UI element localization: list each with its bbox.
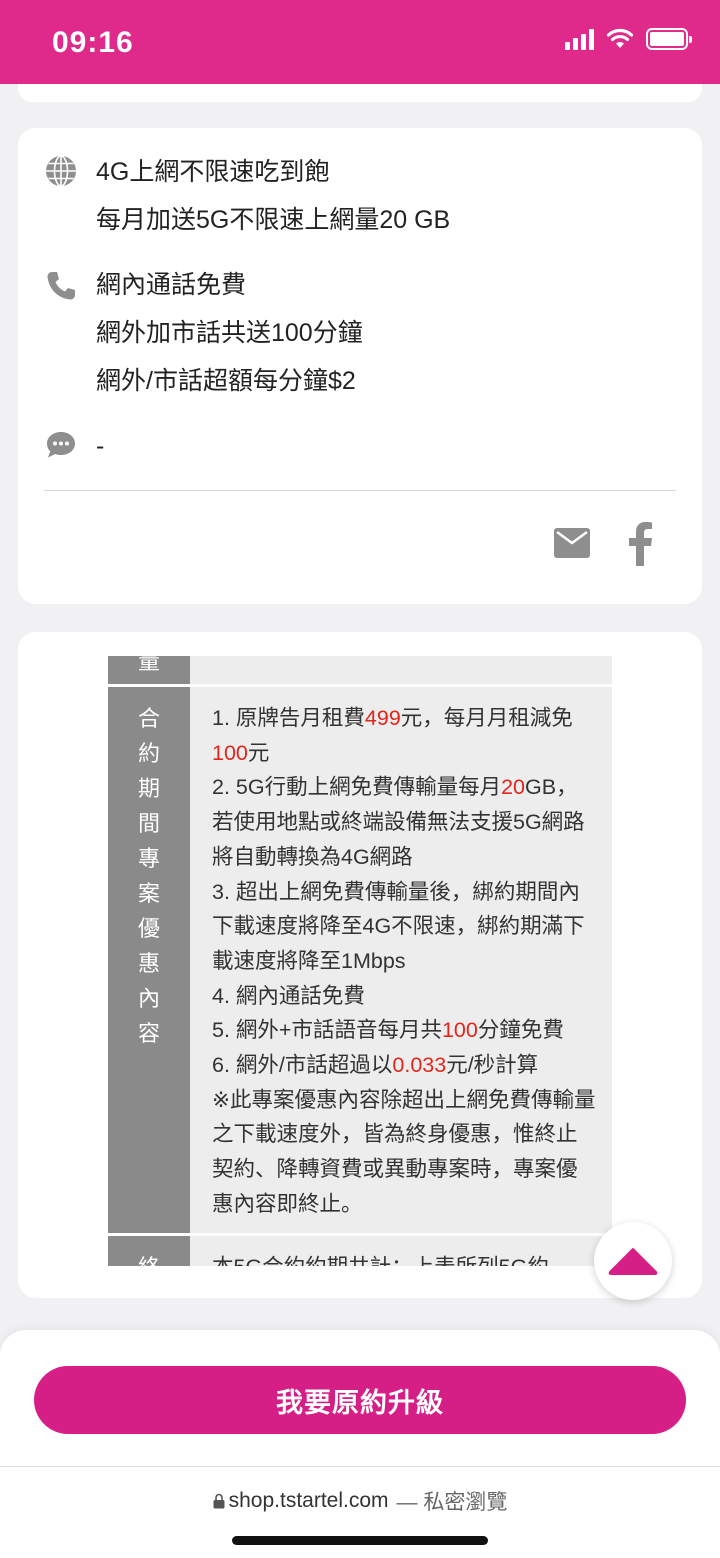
contract-benefit-item: 6. 網外/市話超過以0.033元/秒計算 bbox=[212, 1053, 539, 1078]
table-row-body-contract: 1. 原牌告月租費499元，每月月租減免100元 2. 5G行動上網免費傳輸量每月… bbox=[192, 687, 612, 1233]
browser-url: shop.tstartel.com bbox=[228, 1489, 389, 1512]
browser-address-bar[interactable]: shop.tstartel.com — 私密瀏覽 bbox=[0, 1486, 720, 1516]
contract-benefit-item: 4. 網內通話免費 bbox=[212, 983, 365, 1008]
table-row-head: 量 bbox=[108, 656, 190, 684]
plan-details-table[interactable]: 量 合約期間專案優惠內容 1. 原牌告月租費499元，每月月租減免100元 2. … bbox=[108, 656, 612, 1266]
status-icons bbox=[565, 28, 692, 50]
contract-benefits-text: 1. 原牌告月租費499元，每月月租減免100元 2. 5G行動上網免費傳輸量每月… bbox=[192, 687, 612, 1222]
table-row-head-char: 專 bbox=[137, 846, 160, 871]
feature-voice: 網內通話免費 網外加市話共送100分鐘 網外/市話超額每分鐘$2 bbox=[44, 261, 363, 405]
previous-card-edge bbox=[18, 84, 702, 102]
divider bbox=[44, 490, 676, 491]
table-next-body-text: 本5G合約約期共計：上表所列5G約 bbox=[192, 1236, 612, 1266]
table-row-head-char: 約 bbox=[137, 741, 160, 766]
bottom-action-panel: 我要原約升級 shop.tstartel.com — 私密瀏覽 bbox=[0, 1330, 720, 1558]
mail-icon[interactable] bbox=[554, 528, 590, 558]
status-bar: 09:16 bbox=[0, 0, 720, 84]
caret-up-icon bbox=[608, 1248, 658, 1275]
table-row-head-char: 惠 bbox=[137, 951, 160, 976]
contract-benefit-item: ※此專案優惠內容除超出上網免費傳輸量之下載速度外，皆為終身優惠，惟終止契約、降轉… bbox=[212, 1087, 596, 1216]
globe-icon bbox=[46, 155, 76, 187]
scroll-to-top-button[interactable] bbox=[594, 1222, 672, 1300]
private-browsing-label: — 私密瀏覽 bbox=[396, 1491, 508, 1514]
facebook-icon[interactable] bbox=[626, 522, 654, 566]
cellular-signal-icon bbox=[565, 28, 594, 50]
feature-voice-line-2: 網外加市話共送100分鐘 bbox=[96, 319, 363, 347]
table-row-head-chars: 合約期間專案優惠內容 bbox=[108, 687, 190, 1051]
contract-benefit-item: 2. 5G行動上網免費傳輸量每月20GB，若使用地點或終端設備無法支援5G網路將… bbox=[212, 775, 585, 869]
feature-sms-line-1: - bbox=[96, 432, 105, 460]
feature-data-line-1: 4G上網不限速吃到飽 bbox=[96, 158, 330, 186]
feature-data-line-2: 每月加送5G不限速上網量20 GB bbox=[96, 206, 451, 234]
browser-bar-divider bbox=[0, 1466, 720, 1467]
table-row-head-char: 容 bbox=[137, 1021, 160, 1046]
contract-benefit-item: 5. 網外+市話語音每月共100分鐘免費 bbox=[212, 1018, 564, 1043]
table-row-head-char: 間 bbox=[137, 811, 160, 836]
table-row-head-contract: 合約期間專案優惠內容 bbox=[108, 687, 190, 1233]
table-row-head-next: 終 bbox=[108, 1236, 190, 1266]
status-time: 09:16 bbox=[52, 26, 134, 59]
wifi-icon bbox=[606, 28, 634, 48]
table-row-head-text: 量 bbox=[137, 656, 160, 674]
table-row-head-char: 期 bbox=[137, 776, 160, 801]
table-row-head-char: 案 bbox=[137, 881, 160, 906]
table-next-head-text: 終 bbox=[138, 1250, 160, 1266]
table-row-head-char: 合 bbox=[137, 706, 160, 731]
table-row-body-next: 本5G合約約期共計：上表所列5G約 bbox=[192, 1236, 612, 1266]
plan-details-card: 量 合約期間專案優惠內容 1. 原牌告月租費499元，每月月租減免100元 2. … bbox=[18, 632, 702, 1298]
home-indicator[interactable] bbox=[232, 1536, 488, 1545]
battery-icon bbox=[646, 28, 692, 50]
feature-sms: - bbox=[44, 422, 104, 470]
contract-benefit-item: 3. 超出上網免費傳輸量後，綁約期間內下載速度將降至4G不限速，綁約期滿下載速度… bbox=[212, 879, 585, 973]
feature-voice-line-3: 網外/市話超額每分鐘$2 bbox=[96, 367, 356, 395]
contract-benefit-item: 1. 原牌告月租費499元，每月月租減免100元 bbox=[212, 706, 573, 765]
table-row-head-char: 優 bbox=[137, 916, 160, 941]
table-row-body bbox=[192, 656, 612, 684]
upgrade-contract-button[interactable]: 我要原約升級 bbox=[34, 1366, 686, 1434]
table-row-head-char: 內 bbox=[137, 986, 160, 1011]
plan-features-card: 4G上網不限速吃到飽 每月加送5G不限速上網量20 GB 網內通話免費 網外加市… bbox=[18, 128, 702, 604]
lock-icon bbox=[213, 1493, 225, 1509]
phone-icon bbox=[47, 272, 75, 300]
feature-data: 4G上網不限速吃到飽 每月加送5G不限速上網量20 GB bbox=[44, 148, 450, 244]
feature-voice-line-1: 網內通話免費 bbox=[96, 271, 247, 299]
chat-bubble-icon bbox=[47, 432, 75, 458]
